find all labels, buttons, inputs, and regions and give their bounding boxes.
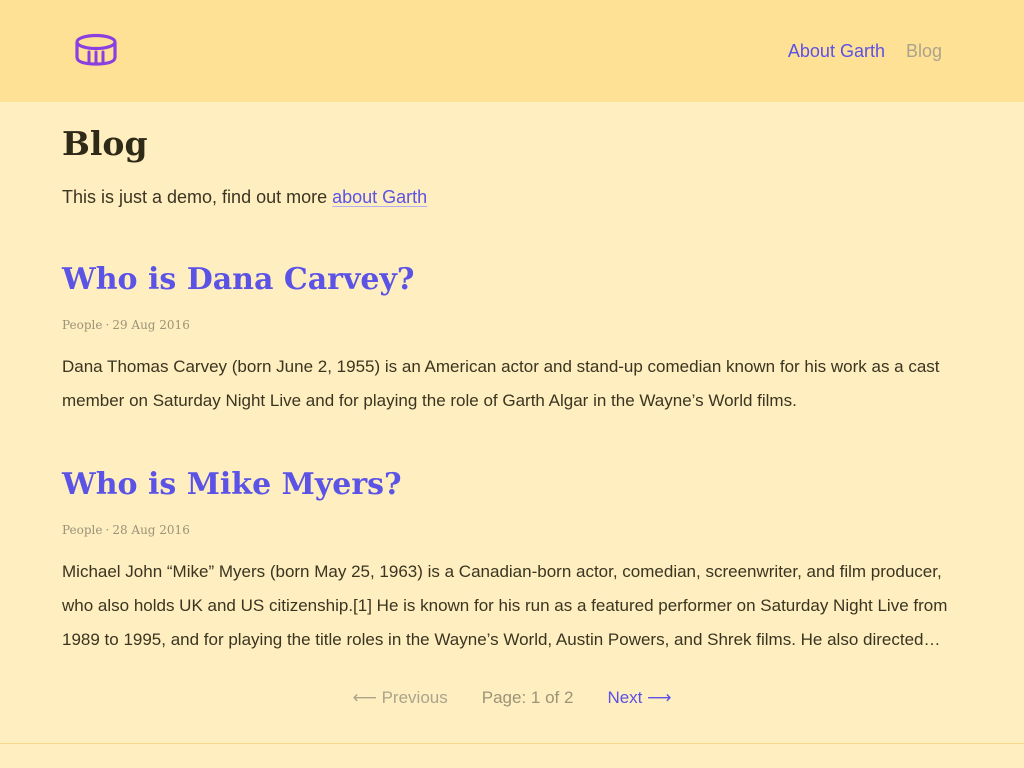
post-title: Who is Dana Carvey? — [62, 260, 962, 300]
pagination: ⟵ Previous Page: 1 of 2 Next ⟶ — [0, 686, 1024, 710]
nav-link-blog[interactable]: Blog — [906, 39, 942, 63]
nav-link-about-garth[interactable]: About Garth — [788, 39, 885, 63]
next-page-link[interactable]: Next ⟶ — [607, 686, 671, 710]
site-header: About Garth Blog — [0, 0, 1024, 102]
post-meta: People · 29 Aug 2016 — [62, 317, 962, 333]
post-category: People — [62, 318, 103, 332]
home-logo-link[interactable] — [74, 32, 118, 68]
intro-text: This is just a demo, find out more about… — [62, 185, 427, 209]
previous-page-link: ⟵ Previous — [352, 688, 448, 707]
page-indicator: Page: 1 of 2 — [481, 688, 574, 707]
about-garth-link[interactable]: about Garth — [332, 187, 427, 207]
post-excerpt: Michael John “Mike” Myers (born May 25, … — [62, 562, 948, 649]
post-excerpt: Dana Thomas Carvey (born June 2, 1955) i… — [62, 357, 940, 410]
page-title: Blog — [62, 124, 148, 163]
post-meta: People · 28 Aug 2016 — [62, 522, 962, 538]
drum-icon — [75, 33, 117, 66]
post-title: Who is Mike Myers? — [62, 465, 962, 505]
post-title-link[interactable]: Who is Mike Myers? — [62, 467, 402, 502]
post-category: People — [62, 523, 103, 537]
meta-separator: · — [105, 318, 110, 332]
post-item: Who is Mike Myers? People · 28 Aug 2016 Mi… — [62, 465, 962, 657]
post-title-link[interactable]: Who is Dana Carvey? — [62, 262, 415, 297]
main-nav: About Garth Blog — [788, 39, 942, 63]
post-item: Who is Dana Carvey? People · 29 Aug 2016 D… — [62, 260, 962, 418]
meta-separator: · — [105, 523, 110, 537]
post-date: 28 Aug 2016 — [112, 523, 190, 537]
footer-divider — [0, 743, 1024, 744]
post-date: 29 Aug 2016 — [112, 318, 190, 332]
intro-text-label: This is just a demo, find out more — [62, 187, 333, 207]
